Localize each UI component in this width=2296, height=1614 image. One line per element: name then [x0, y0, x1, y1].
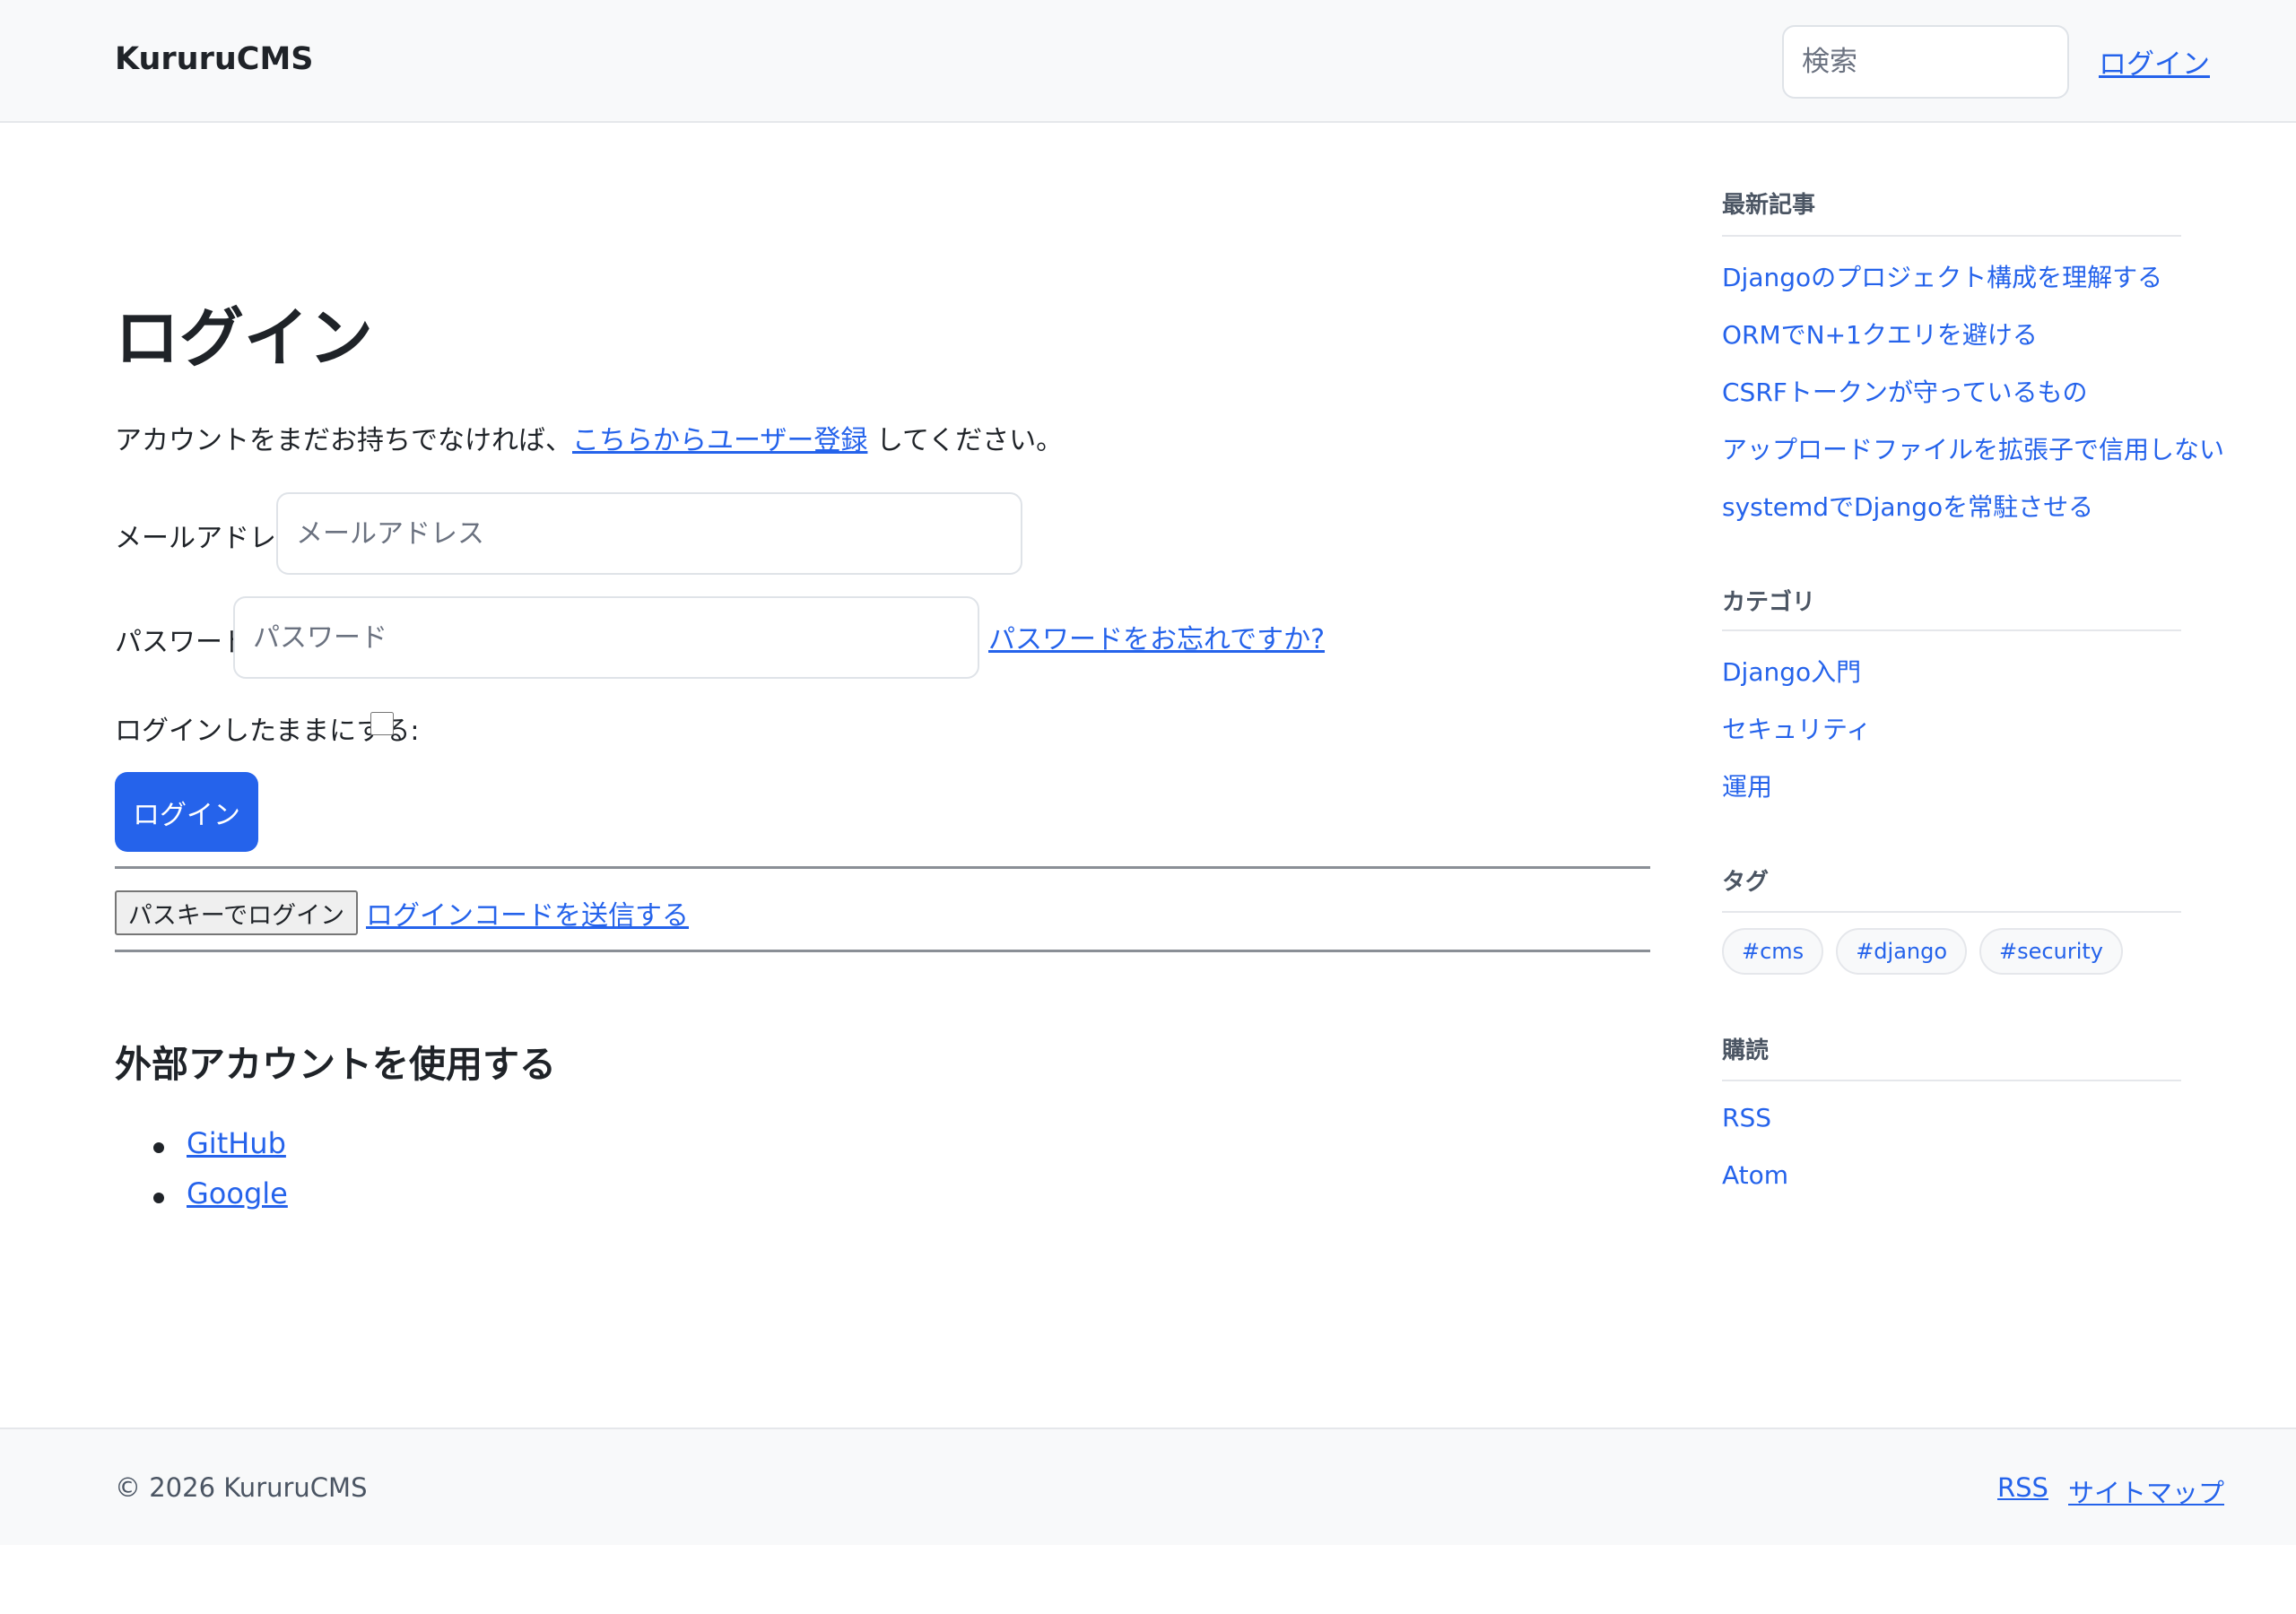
- tags-heading: タグ: [1722, 869, 1770, 896]
- forgot-password-link[interactable]: パスワードをお忘れですか?: [988, 617, 1325, 656]
- list-item: ORMでN+1クエリを避ける: [1722, 316, 2224, 373]
- recent-post-link[interactable]: アップロードファイルを拡張子で信用しない: [1722, 435, 2224, 464]
- github-login-link[interactable]: GitHub: [187, 1126, 286, 1160]
- list-item: systemdでDjangoを常駐させる: [1722, 488, 2224, 545]
- categories-list: Django入門 セキュリティ 運用: [1722, 653, 1871, 825]
- brand-link[interactable]: KururuCMS: [115, 41, 314, 77]
- signup-prompt-suffix: してください。: [867, 425, 1064, 456]
- google-login-link[interactable]: Google: [187, 1176, 288, 1210]
- tag-chip[interactable]: #django: [1836, 928, 1968, 975]
- recent-post-link[interactable]: Djangoのプロジェクト構成を理解する: [1722, 263, 2162, 292]
- send-login-code-link[interactable]: ログインコードを送信する: [366, 893, 689, 933]
- atom-feed-link[interactable]: Atom: [1722, 1160, 1788, 1190]
- tag-cloud: #cms #django #security: [1722, 928, 2123, 975]
- recent-post-link[interactable]: systemdでDjangoを常駐させる: [1722, 492, 2093, 522]
- divider: [1722, 1080, 2181, 1081]
- copyright: © 2026 KururuCMS: [115, 1472, 368, 1503]
- external-accounts-heading: 外部アカウントを使用する: [115, 1043, 556, 1086]
- signup-prompt-text: アカウントをまだお持ちでなければ、: [115, 425, 572, 456]
- search-input[interactable]: [1782, 25, 2069, 99]
- list-item: 運用: [1722, 768, 1871, 825]
- signup-prompt: アカウントをまだお持ちでなければ、こちらからユーザー登録 してください。: [115, 418, 1063, 457]
- list-item: セキュリティ: [1722, 710, 1871, 768]
- footer-rss-link[interactable]: RSS: [1997, 1472, 2048, 1503]
- list-item: Google: [115, 1176, 288, 1227]
- divider: [1722, 235, 2181, 237]
- footer-sitemap-link[interactable]: サイトマップ: [2068, 1472, 2224, 1510]
- recent-posts-heading: 最新記事: [1722, 192, 1816, 219]
- tag-chip[interactable]: #cms: [1722, 928, 1824, 975]
- signup-link[interactable]: こちらからユーザー登録: [572, 425, 867, 456]
- rss-feed-link[interactable]: RSS: [1722, 1103, 1771, 1132]
- passkey-login-button[interactable]: パスキーでログイン: [115, 890, 358, 935]
- recent-posts-list: Djangoのプロジェクト構成を理解する ORMでN+1クエリを避ける CSRF…: [1722, 258, 2224, 545]
- login-button[interactable]: ログイン: [115, 772, 258, 852]
- subscribe-heading: 購読: [1722, 1037, 1770, 1064]
- header-login-link[interactable]: ログイン: [2099, 41, 2210, 82]
- divider: [115, 950, 1650, 952]
- list-item: Django入門: [1722, 653, 1871, 710]
- list-item: Atom: [1722, 1160, 1788, 1218]
- list-item: Djangoのプロジェクト構成を理解する: [1722, 258, 2224, 316]
- provider-list: GitHub Google: [115, 1126, 288, 1227]
- list-item: RSS: [1722, 1103, 1788, 1160]
- tag-chip[interactable]: #security: [1979, 928, 2123, 975]
- recent-post-link[interactable]: CSRFトークンが守っているもの: [1722, 377, 2088, 407]
- category-link[interactable]: セキュリティ: [1722, 715, 1871, 744]
- categories-heading: カテゴリ: [1722, 589, 1816, 616]
- divider: [1722, 629, 2181, 631]
- page-title: ログイン: [115, 300, 374, 376]
- email-field[interactable]: [276, 492, 1022, 575]
- category-link[interactable]: 運用: [1722, 772, 1772, 802]
- list-item: CSRFトークンが守っているもの: [1722, 373, 2224, 430]
- recent-post-link[interactable]: ORMでN+1クエリを避ける: [1722, 320, 2038, 350]
- subscribe-list: RSS Atom: [1722, 1103, 1788, 1218]
- password-field[interactable]: [233, 596, 979, 679]
- category-link[interactable]: Django入門: [1722, 657, 1861, 687]
- site-footer: © 2026 KururuCMS RSS サイトマップ: [0, 1427, 2296, 1545]
- list-item: GitHub: [115, 1126, 288, 1176]
- site-header: KururuCMS ログイン: [0, 0, 2296, 123]
- divider: [1722, 911, 2181, 913]
- remember-checkbox[interactable]: [370, 712, 394, 735]
- divider: [115, 866, 1650, 869]
- list-item: アップロードファイルを拡張子で信用しない: [1722, 430, 2224, 488]
